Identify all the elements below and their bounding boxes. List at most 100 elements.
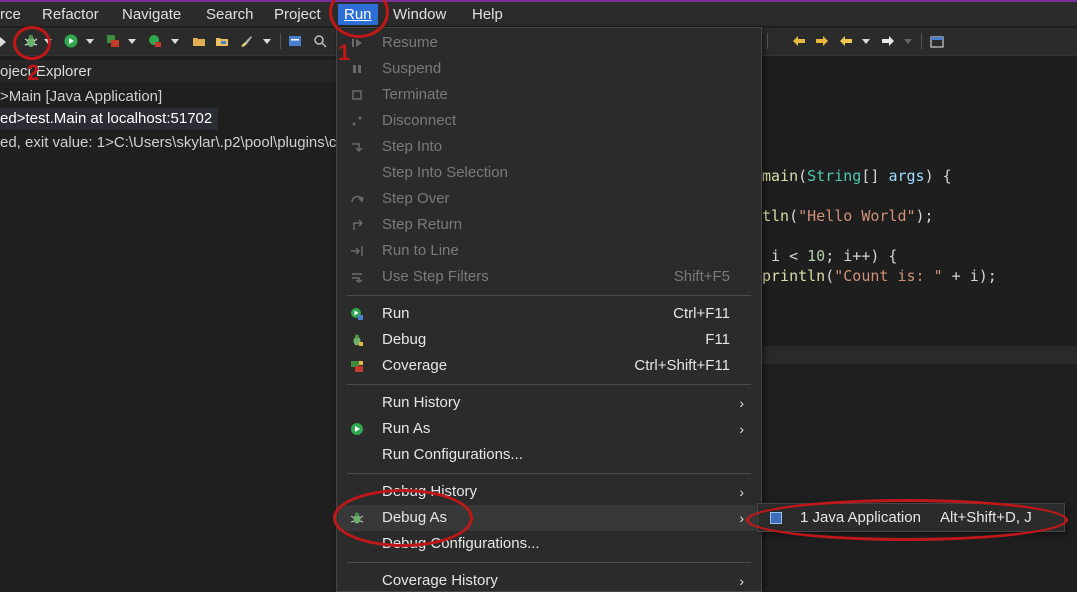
open-folder-icon[interactable] — [192, 34, 206, 48]
tree-item-launch[interactable]: >Main [Java Application] — [0, 86, 168, 108]
editor-scrollbar[interactable] — [762, 346, 1077, 364]
code-token: + i); — [942, 267, 997, 285]
menu-item-debug[interactable]: Debug F11 — [338, 327, 760, 353]
menu-item-shortcut: Ctrl+F11 — [673, 305, 730, 322]
submenu-arrow-icon: › — [739, 510, 744, 526]
code-token: 10 — [807, 247, 826, 265]
menu-item-coverage-history[interactable]: Coverage History › — [338, 568, 760, 592]
code-line: tln("Hello World"); — [762, 207, 934, 225]
external-tools-dropdown-icon[interactable] — [171, 39, 179, 44]
toolbar-separator — [921, 33, 922, 49]
toolbar-separator — [767, 33, 768, 49]
annotation-number-two: 2 — [27, 60, 40, 85]
code-token: ( — [825, 267, 835, 285]
menu-item-label: Run Configurations... — [382, 446, 523, 463]
code-line: println("Count is: " + i); — [762, 267, 997, 285]
menu-separator — [347, 295, 751, 296]
brush-dropdown-icon[interactable] — [263, 39, 271, 44]
menu-item-step-into[interactable]: Step Into — [338, 134, 760, 160]
forward-dropdown-icon[interactable] — [904, 39, 912, 44]
explorer-panel: >Main [Java Application] ed>test.Main at… — [0, 83, 336, 592]
coverage-icon[interactable] — [106, 34, 120, 48]
code-token: ) { — [924, 167, 952, 185]
debug-bug-icon — [353, 334, 363, 346]
menu-item-terminate[interactable]: Terminate — [338, 82, 760, 108]
open-type-icon[interactable] — [215, 34, 229, 48]
code-token: i < — [762, 247, 808, 265]
prev-annotation-icon[interactable] — [792, 34, 806, 48]
next-annotation-icon[interactable] — [815, 34, 829, 48]
tree-item-debug-target[interactable]: ed>test.Main at localhost:51702 — [0, 108, 219, 130]
play-small-icon[interactable] — [0, 37, 6, 47]
menu-item-run-to-line[interactable]: Run to Line — [338, 238, 760, 264]
brush-icon[interactable] — [239, 34, 253, 48]
menu-navigate[interactable]: Navigate — [116, 4, 187, 25]
open-perspective-icon[interactable] — [930, 34, 944, 48]
explorer-title[interactable]: oject Explorer — [0, 63, 92, 80]
menu-item-run[interactable]: Run Ctrl+F11 — [338, 301, 760, 327]
forward-arrow-icon[interactable] — [881, 34, 895, 48]
menu-item-label: Run As — [382, 420, 431, 437]
submenu-arrow-icon: › — [739, 484, 744, 500]
menu-item-run-history[interactable]: Run History › — [338, 390, 760, 416]
code-line: i < 10; i++) { — [762, 247, 897, 265]
explorer-header: oject Explorer — [0, 60, 336, 82]
back-arrow-icon[interactable] — [839, 34, 853, 48]
menu-source[interactable]: rce — [0, 4, 27, 25]
menu-item-label: Terminate — [382, 86, 448, 103]
menu-item-shortcut: Shift+F5 — [673, 268, 730, 285]
annotation-circle-debug-button — [13, 26, 51, 60]
menu-item-label: Step Return — [382, 216, 463, 233]
submenu-arrow-icon: › — [739, 421, 744, 437]
tree-item-terminated[interactable]: ed, exit value: 1>C:\Users\skylar\.p2\po… — [0, 132, 342, 154]
back-dropdown-icon[interactable] — [862, 39, 870, 44]
search-icon[interactable] — [313, 34, 327, 48]
menu-project[interactable]: Project — [268, 4, 327, 25]
resume-icon — [352, 39, 362, 47]
menu-item-step-return[interactable]: Step Return — [338, 212, 760, 238]
step-over-icon — [351, 195, 364, 203]
menu-item-label: Disconnect — [382, 112, 457, 129]
run-to-line-icon — [351, 246, 363, 256]
menu-item-run-as[interactable]: Run As › — [338, 416, 760, 442]
menu-window[interactable]: Window — [387, 4, 452, 25]
menu-separator — [347, 384, 751, 385]
menu-refactor[interactable]: Refactor — [36, 4, 105, 25]
step-return-icon — [353, 219, 364, 230]
code-token: "Count is: " — [834, 267, 943, 285]
menu-item-step-into-selection[interactable]: Step Into Selection — [338, 160, 760, 186]
menu-item-use-step-filters[interactable]: Use Step Filters Shift+F5 — [338, 264, 760, 290]
code-token: "Hello World" — [798, 207, 916, 225]
menu-item-disconnect[interactable]: Disconnect — [338, 108, 760, 134]
menu-search[interactable]: Search — [200, 4, 260, 25]
menu-item-label: Run — [382, 305, 410, 322]
menu-item-coverage[interactable]: Coverage Ctrl+Shift+F11 — [338, 353, 760, 379]
run-icon — [351, 308, 363, 320]
annotation-number-one: 1 — [338, 40, 351, 65]
menu-item-label: Coverage History — [382, 572, 498, 589]
menu-item-resume[interactable]: Resume — [338, 30, 760, 56]
console-icon[interactable] — [288, 34, 302, 48]
run-icon[interactable] — [64, 34, 78, 48]
menu-item-step-over[interactable]: Step Over — [338, 186, 760, 212]
menu-item-label: Step Into Selection — [382, 164, 508, 181]
annotation-circle-debug-as — [333, 489, 473, 547]
coverage-dropdown-icon[interactable] — [128, 39, 136, 44]
menu-help[interactable]: Help — [466, 4, 509, 25]
step-into-icon — [352, 143, 363, 153]
menu-item-label: Run History — [382, 394, 461, 411]
menu-item-run-configurations[interactable]: Run Configurations... — [338, 442, 760, 468]
code-token: println — [762, 267, 826, 285]
external-tools-icon[interactable] — [148, 34, 162, 48]
code-editor[interactable]: main(String[] args) { tln("Hello World")… — [762, 56, 1077, 346]
menu-item-shortcut: F11 — [705, 331, 730, 348]
menu-item-label: Coverage — [382, 357, 448, 374]
code-token: ( — [798, 167, 808, 185]
menu-item-suspend[interactable]: Suspend — [338, 56, 760, 82]
menu-bar: rce Refactor Navigate Search Project Run… — [0, 2, 1077, 26]
coverage-icon — [351, 361, 363, 372]
run-dropdown-icon[interactable] — [86, 39, 94, 44]
menu-item-label: Run to Line — [382, 242, 459, 259]
submenu-arrow-icon: › — [739, 395, 744, 411]
submenu-arrow-icon: › — [739, 573, 744, 589]
